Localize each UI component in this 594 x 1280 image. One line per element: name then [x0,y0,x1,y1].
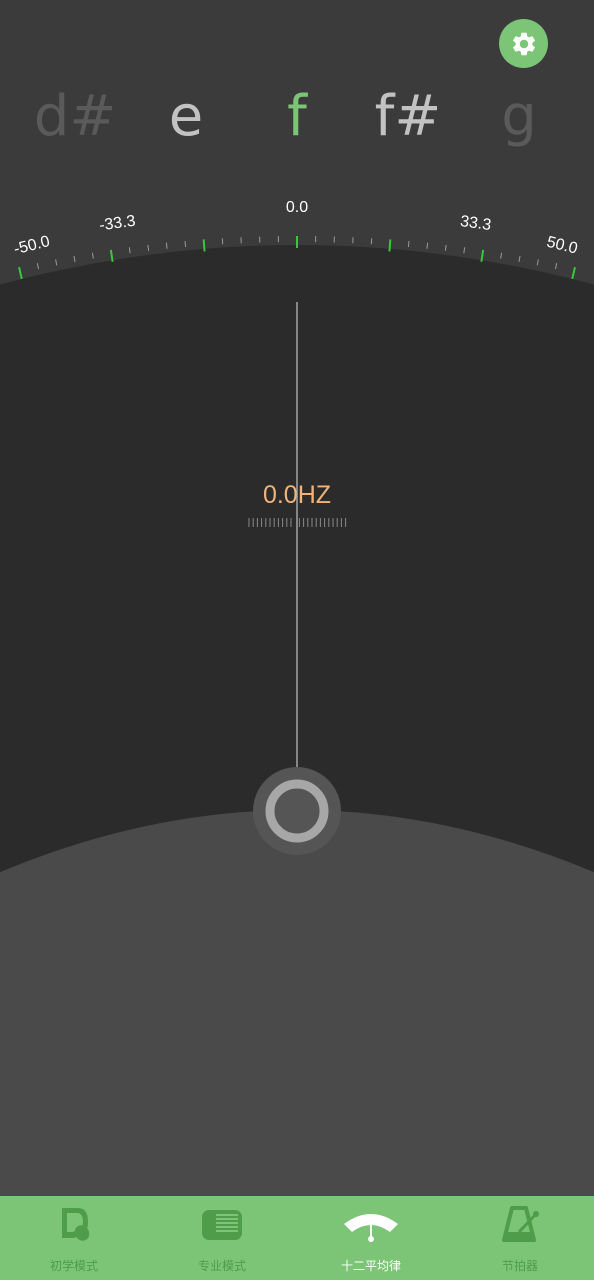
nav-label: 十二平均律 [340,1259,401,1273]
major-tick [388,239,392,252]
major-tick [18,266,23,280]
note-prev-2: d# [33,84,117,149]
minor-tick [184,240,187,248]
scale-label-plus33: 33.3 [459,213,492,234]
nav-label: 节拍器 [501,1259,538,1273]
note-next-2: g [501,84,537,149]
nav-metronome[interactable]: 节拍器 [446,1196,594,1280]
nav-label: 初学模式 [49,1259,98,1273]
minor-tick [554,263,558,270]
minor-tick [463,247,466,254]
tuner-gauge: -50.0 -33.3 0.0 33.3 50.0 [0,199,594,1196]
base-dome [0,810,594,1196]
note-current: f [287,84,307,149]
gauge-icon [344,1214,398,1242]
minor-tick [55,259,58,266]
major-tick [480,249,485,262]
scale-label-minus33: -33.3 [98,213,137,235]
nav-pro-mode[interactable]: 专业模式 [148,1196,296,1280]
minor-tick [444,244,447,251]
stripes-card-icon [202,1210,242,1240]
nav-label: 专业模式 [197,1259,246,1273]
minor-tick [128,247,131,254]
minor-tick [536,259,539,266]
scale-label-minus50: -50.0 [12,233,52,258]
scale-label-zero: 0.0 [286,199,308,216]
note-prev-1: e [168,84,204,149]
note-next-1: f# [374,84,442,149]
frequency-readout: 0.0HZ [262,481,332,509]
major-tick [571,266,576,280]
major-tick [202,239,206,252]
leaf-icon [62,1208,90,1241]
minor-tick [147,244,150,251]
note-strip: d# e f f# g [0,82,594,152]
minor-tick [91,252,94,259]
minor-tick [36,263,40,270]
bottom-nav: 初学模式 专业模式 十二平均律 节拍器 [0,1196,594,1280]
minor-tick [165,242,168,249]
major-tick [109,249,114,262]
minor-tick [73,255,76,262]
minor-tick [518,255,521,262]
metronome-icon [502,1206,539,1242]
scale-label-plus50: 50.0 [545,234,579,258]
nav-beginner-mode[interactable]: 初学模式 [0,1196,148,1280]
settings-button[interactable] [499,19,548,68]
gear-icon [512,32,535,55]
minor-tick [407,240,410,248]
minor-tick [426,242,429,249]
minor-tick [500,252,503,259]
nav-equal-temperament[interactable]: 十二平均律 [297,1196,445,1280]
